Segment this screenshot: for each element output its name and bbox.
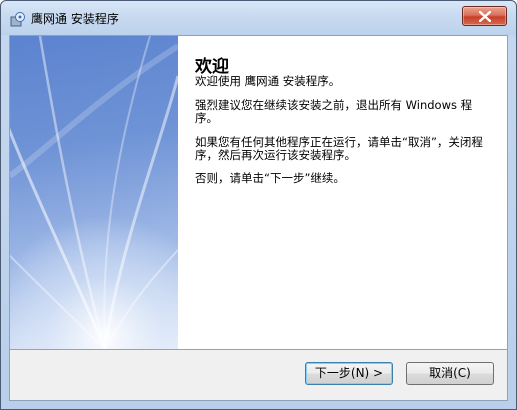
window-title: 鹰网通 安装程序 (31, 12, 119, 26)
dialog-client-area: 欢迎 欢迎使用 鹰网通 安装程序。 强烈建议您在继续该安装之前，退出所有 Win… (9, 35, 508, 401)
setup-icon (10, 11, 26, 27)
welcome-panel: 欢迎 欢迎使用 鹰网通 安装程序。 强烈建议您在继续该安装之前，退出所有 Win… (178, 36, 507, 349)
button-bar: 下一步(N) > 取消(C) (10, 349, 507, 400)
cancel-button[interactable]: 取消(C) (406, 362, 494, 385)
next-instruction-text: 否则，请单击“下一步”继续。 (195, 171, 345, 185)
advice-text: 强烈建议您在继续该安装之前，退出所有 Windows 程序。 (195, 98, 473, 125)
welcome-text: 欢迎使用 鹰网通 安装程序。 (195, 74, 341, 88)
close-icon (479, 11, 491, 22)
next-button[interactable]: 下一步(N) > (305, 362, 393, 385)
cancel-instruction-text: 如果您有任何其他程序正在运行，请单击“取消”，关闭程序，然后再次运行该安装程序。 (195, 135, 483, 162)
setup-window: 鹰网通 安装程序 欢迎 欢迎使用 鹰网通 安装程序。 强烈建议您在继续该安装之前… (0, 0, 517, 410)
decorative-banner (10, 36, 178, 349)
close-button[interactable] (462, 6, 507, 26)
title-bar: 鹰网通 安装程序 (1, 1, 516, 35)
